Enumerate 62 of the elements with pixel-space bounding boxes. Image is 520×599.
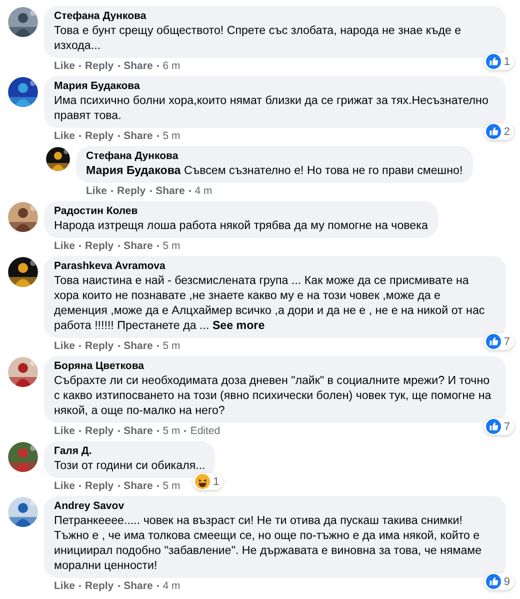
see-more-link[interactable]: See more (212, 319, 265, 332)
comment-text: Това наистина е най - безсмислената група ... Как може да се присмивате на хора които не познавате ,не знаете какво му е на този човек ,може да е деменция ,може да е Алцхаймер всичко ,а дори и да не е , не е на никой от нас работа !!!!!! Престанете да ... See more (54, 273, 486, 333)
author-name[interactable]: Стефана Дункова (86, 150, 463, 163)
reaction-count[interactable]: 7 (484, 333, 514, 350)
action-link[interactable]: Like (54, 59, 76, 73)
comment-time[interactable]: 5 m (162, 239, 180, 253)
author-name[interactable]: Мария Будакова (54, 80, 496, 93)
action-link[interactable]: Share (124, 479, 153, 493)
action-link[interactable]: Share (124, 579, 153, 593)
reaction-count[interactable]: 1 (484, 53, 514, 70)
comment-text: Народа изтрещя лоша работа някой трябва да му помогне на човека (54, 218, 428, 233)
action-link[interactable]: Reply (85, 579, 114, 593)
author-name[interactable]: Радостин Колев (54, 205, 428, 218)
action-link[interactable]: Like (54, 129, 76, 143)
comment-text: Този от години си обикаля... (54, 458, 206, 473)
action-link[interactable]: Share (156, 184, 185, 198)
action-link[interactable]: Reply (117, 184, 146, 198)
action-link[interactable]: Share (124, 339, 153, 353)
author-name[interactable]: Галя Д. (54, 445, 206, 458)
author-name[interactable]: Боряна Цветкова (54, 360, 496, 373)
like-icon (486, 54, 501, 69)
comment-time[interactable]: 5 m (162, 129, 180, 143)
author-name[interactable]: Andrey Savov (54, 500, 496, 513)
action-link[interactable]: Reply (85, 59, 114, 73)
comment-time[interactable]: 5 m (162, 424, 180, 438)
action-link[interactable]: Reply (85, 239, 114, 253)
action-link[interactable]: Reply (85, 129, 114, 143)
action-link[interactable]: Like (54, 339, 76, 353)
comment-time[interactable]: 6 m (162, 59, 180, 73)
reaction-count[interactable]: 7 (484, 418, 514, 435)
like-icon (486, 334, 501, 349)
comment-text: Има психично болни хора,които нямат близки да се грижат за тях.Несъзнателно правят това. (54, 93, 490, 123)
action-link[interactable]: Like (86, 184, 108, 198)
action-link[interactable]: Like (54, 424, 76, 438)
action-link[interactable]: Like (54, 239, 76, 253)
comment-time[interactable]: 4 m (194, 184, 212, 198)
author-name[interactable]: Parashkeva Avramova (54, 260, 496, 273)
action-link[interactable]: Reply (85, 424, 114, 438)
edited-label: Edited (190, 424, 220, 438)
comment-time[interactable]: 5 m (162, 339, 180, 353)
action-link[interactable]: Reply (85, 479, 114, 493)
like-icon (486, 124, 501, 139)
comment-time[interactable]: 4 m (162, 579, 180, 593)
like-icon (486, 419, 501, 434)
action-link[interactable]: Share (124, 424, 153, 438)
comment-text: Това е бунт срещу обществото! Спрете със злобата, народа не знае къде е изхода... (54, 23, 462, 53)
comment-text: Мария Будакова Съвсем съзнателно е! Но това не го прави смешно! (86, 163, 463, 178)
action-link[interactable]: Share (124, 129, 153, 143)
like-icon (486, 574, 501, 589)
comment-text: Петранкееее..... човек на възраст си! Не ти отива да пускаш такива снимки! Тъжно е , че има толкова смеещи се, но още по-тъжно е да има някой, който е инициирал подобно "забавление". Не държавата е виновна за това, че нямаме морални ценности! (54, 513, 483, 573)
laughing-emoji-icon (195, 474, 210, 489)
action-link[interactable]: Share (124, 239, 153, 253)
comment-time[interactable]: 5 m (162, 479, 180, 493)
comment-text: Събрахте ли си необходимата доза дневен "лайк" в социалните мрежи? И точно с какво изтипосването на този (явно психически болен) човек тук, ще помогне на някой, а още по-малко на него? (54, 373, 492, 418)
reaction-count[interactable]: 2 (484, 123, 514, 140)
reaction-count[interactable]: 9 (484, 573, 514, 590)
reaction-count[interactable]: 1 (193, 473, 224, 490)
action-link[interactable]: Like (54, 479, 76, 493)
action-link[interactable]: Share (124, 59, 153, 73)
action-link[interactable]: Reply (85, 339, 114, 353)
author-name[interactable]: Стефана Дункова (54, 10, 496, 23)
action-link[interactable]: Like (54, 579, 76, 593)
